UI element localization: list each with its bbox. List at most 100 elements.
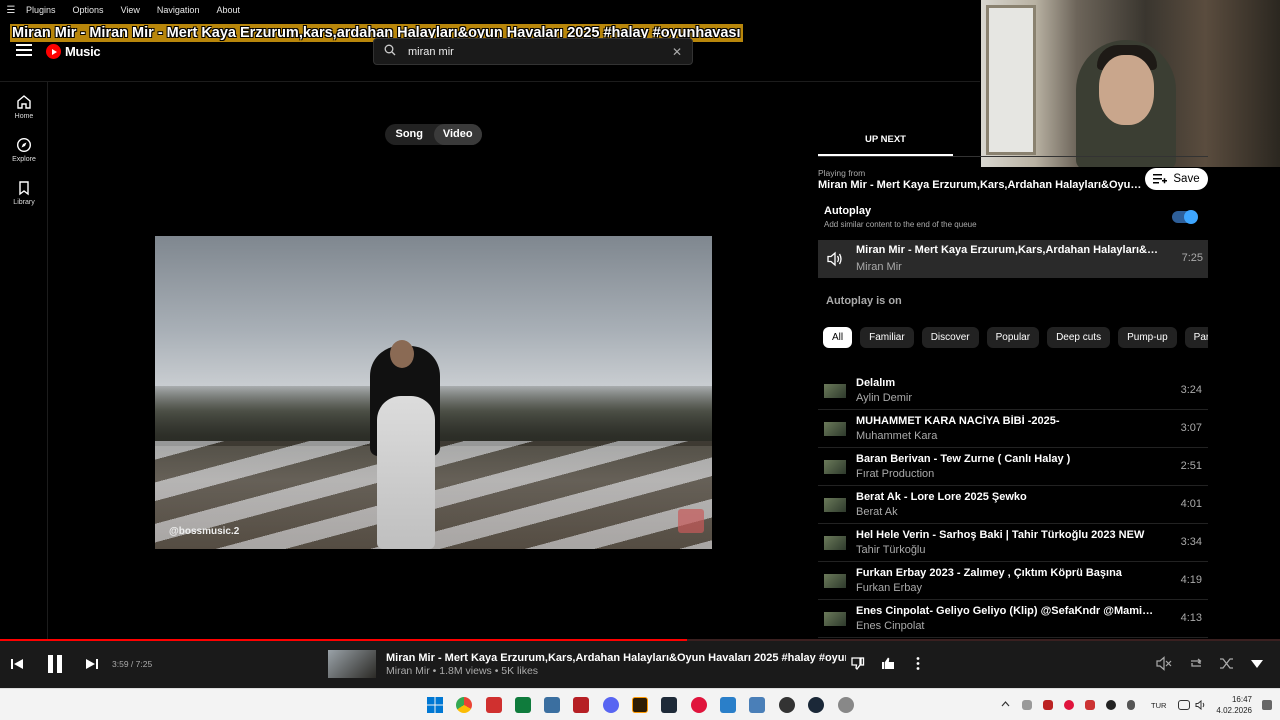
queue-item[interactable]: Berat Ak - Lore Lore 2025 Şewko Berat Ak… bbox=[818, 486, 1208, 524]
logo-text: Music bbox=[65, 44, 101, 59]
search-value[interactable]: miran mir bbox=[408, 46, 672, 58]
tray-icon[interactable] bbox=[1043, 700, 1053, 710]
autoplay-toggle[interactable] bbox=[1172, 210, 1198, 224]
queue-thumbnail bbox=[824, 422, 846, 436]
tab-up-next[interactable]: UP NEXT bbox=[818, 124, 953, 156]
current-queue-item[interactable]: Miran Mir - Mert Kaya Erzurum,Kars,Ardah… bbox=[818, 240, 1208, 278]
language-indicator[interactable]: TUR bbox=[1151, 701, 1166, 710]
queue-list: Delalım Aylin Demir 3:24 MUHAMMET KARA N… bbox=[818, 372, 1208, 638]
queue-duration: 2:51 bbox=[1180, 460, 1202, 472]
repeat-icon[interactable] bbox=[1188, 656, 1204, 671]
queue-thumbnail bbox=[824, 574, 846, 588]
queue-duration: 3:07 bbox=[1180, 422, 1202, 434]
queue-artist: Muhammet Kara bbox=[856, 430, 938, 442]
compass-icon bbox=[16, 137, 32, 153]
queue-artist: Aylin Demir bbox=[856, 392, 913, 404]
menu-icon[interactable]: ☰ bbox=[0, 5, 22, 16]
player-subtitle[interactable]: Miran Mir • 1.8M views • 5K likes bbox=[386, 665, 538, 677]
next-icon[interactable] bbox=[85, 657, 99, 671]
queue-item[interactable]: Hel Hele Verin - Sarhoş Baki | Tahir Tür… bbox=[818, 524, 1208, 562]
queue-artist: Enes Cinpolat bbox=[856, 620, 925, 632]
player-thumbnail[interactable] bbox=[328, 650, 376, 678]
player-title[interactable]: Miran Mir - Mert Kaya Erzurum,Kars,Ardah… bbox=[386, 652, 846, 664]
save-label: Save bbox=[1173, 173, 1200, 185]
chrome-icon[interactable] bbox=[456, 697, 472, 713]
notifications-icon[interactable] bbox=[1262, 700, 1272, 710]
queue-artist: Berat Ak bbox=[856, 506, 898, 518]
video-player[interactable]: @bossmusic.2 bbox=[155, 236, 712, 549]
volume-icon[interactable] bbox=[1195, 700, 1207, 710]
database-icon[interactable] bbox=[544, 697, 560, 713]
clear-search-icon[interactable]: ✕ bbox=[672, 45, 682, 59]
nav-library[interactable]: Library bbox=[0, 180, 48, 206]
menu-about[interactable]: About bbox=[212, 5, 240, 15]
outlook-icon[interactable] bbox=[749, 697, 765, 713]
chip-familiar[interactable]: Familiar bbox=[860, 327, 914, 348]
youtube-music-icon[interactable] bbox=[691, 697, 707, 713]
speaker-icon bbox=[827, 251, 842, 267]
video-watermark: @bossmusic.2 bbox=[169, 526, 240, 537]
like-icon[interactable] bbox=[881, 656, 896, 671]
menu-view[interactable]: View bbox=[117, 5, 140, 15]
chip-popular[interactable]: Popular bbox=[986, 327, 1040, 348]
more-options-icon[interactable] bbox=[913, 656, 923, 671]
terminal-icon[interactable] bbox=[515, 697, 531, 713]
nav-home-label: Home bbox=[14, 113, 34, 120]
microphone-icon[interactable] bbox=[1127, 700, 1135, 710]
app-icon-grey[interactable] bbox=[838, 697, 854, 713]
playing-from-title[interactable]: Miran Mir - Mert Kaya Erzurum,Kars,Ardah… bbox=[818, 179, 1143, 191]
search-icon bbox=[384, 44, 396, 59]
queue-item[interactable]: Enes Cinpolat- Geliyo Geliyo (Klip) @Sef… bbox=[818, 600, 1208, 638]
sidebar-toggle-button[interactable] bbox=[16, 44, 32, 58]
tray-icon[interactable] bbox=[1085, 700, 1095, 710]
tray-icon[interactable] bbox=[1106, 700, 1116, 710]
shuffle-icon[interactable] bbox=[1219, 656, 1235, 671]
discord-icon[interactable] bbox=[603, 697, 619, 713]
steam-icon[interactable] bbox=[808, 697, 824, 713]
tray-icon[interactable] bbox=[1064, 700, 1074, 710]
filezilla-icon[interactable] bbox=[573, 697, 589, 713]
queue-artist: Fırat Production bbox=[856, 468, 935, 480]
app-menubar: ☰ Plugins Options View Navigation About bbox=[0, 0, 980, 20]
davinci-icon[interactable] bbox=[661, 697, 677, 713]
queue-duration: 4:13 bbox=[1180, 612, 1202, 624]
save-button[interactable]: Save bbox=[1145, 168, 1208, 190]
tray-chevron-up-icon[interactable] bbox=[1001, 700, 1010, 708]
vivaldi-icon[interactable] bbox=[486, 697, 502, 713]
queue-item[interactable]: Furkan Erbay 2023 - Zalımey , Çıktım Köp… bbox=[818, 562, 1208, 600]
chip-deep-cuts[interactable]: Deep cuts bbox=[1047, 327, 1111, 348]
chip-discover[interactable]: Discover bbox=[921, 327, 979, 348]
chip-party[interactable]: Party bbox=[1184, 327, 1208, 348]
nav-home[interactable]: Home bbox=[0, 94, 48, 120]
menu-plugins[interactable]: Plugins bbox=[22, 5, 56, 15]
current-title: Miran Mir - Mert Kaya Erzurum,Kars,Ardah… bbox=[856, 244, 1166, 256]
menu-options[interactable]: Options bbox=[69, 5, 104, 15]
mute-icon[interactable] bbox=[1156, 656, 1172, 671]
toggle-video[interactable]: Video bbox=[433, 124, 482, 145]
queue-title: MUHAMMET KARA NACİYA BİBİ -2025- bbox=[856, 415, 1060, 427]
chip-pump-up[interactable]: Pump-up bbox=[1118, 327, 1177, 348]
queue-item[interactable]: MUHAMMET KARA NACİYA BİBİ -2025- Muhamme… bbox=[818, 410, 1208, 448]
queue-item[interactable]: Baran Berivan - Tew Zurne ( Canlı Halay … bbox=[818, 448, 1208, 486]
tray-icon[interactable] bbox=[1022, 700, 1032, 710]
app-icon-dark[interactable] bbox=[779, 697, 795, 713]
app-icon[interactable] bbox=[720, 697, 736, 713]
nav-explore[interactable]: Explore bbox=[0, 137, 48, 163]
expand-player-icon[interactable] bbox=[1250, 659, 1264, 669]
queue-item[interactable]: Delalım Aylin Demir 3:24 bbox=[818, 372, 1208, 410]
nav-explore-label: Explore bbox=[12, 156, 36, 163]
pause-icon[interactable] bbox=[46, 654, 64, 674]
dislike-icon[interactable] bbox=[850, 656, 865, 671]
taskbar-clock[interactable]: 16:47 4.02.2026 bbox=[1216, 694, 1252, 716]
logo[interactable]: Music bbox=[46, 44, 101, 59]
chip-all[interactable]: All bbox=[823, 327, 853, 348]
windows-start-icon[interactable] bbox=[427, 697, 443, 713]
autoplay-title: Autoplay bbox=[824, 205, 872, 217]
previous-icon[interactable] bbox=[10, 657, 24, 671]
toggle-song[interactable]: Song bbox=[385, 124, 434, 145]
illustrator-icon[interactable] bbox=[632, 697, 648, 713]
search-input[interactable]: miran mir ✕ bbox=[373, 38, 693, 65]
bookmark-icon bbox=[19, 181, 29, 196]
network-icon[interactable] bbox=[1178, 700, 1190, 710]
menu-navigation[interactable]: Navigation bbox=[153, 5, 200, 15]
